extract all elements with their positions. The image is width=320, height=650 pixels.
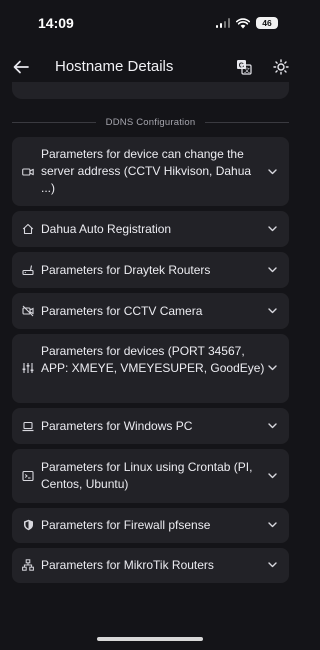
section-label: DDNS Configuration <box>105 116 196 128</box>
ddns-item-label: Parameters for Draytek Routers <box>41 263 211 277</box>
battery-indicator: 46 <box>256 17 278 29</box>
sun-icon <box>273 59 289 75</box>
translate-icon: G文 <box>236 59 252 75</box>
ddns-item-label: Parameters for MikroTik Routers <box>41 558 214 572</box>
signal-icon <box>215 18 230 28</box>
ddns-item-mikrotik-routers[interactable]: Parameters for MikroTik Routers <box>12 548 289 583</box>
shield-icon <box>22 519 34 531</box>
divider <box>205 121 290 123</box>
divider <box>12 121 96 123</box>
ddns-item-draytek-routers[interactable]: Parameters for Draytek Routers <box>12 252 289 288</box>
svg-text:文: 文 <box>244 67 250 75</box>
router-icon <box>22 264 34 276</box>
previous-card-bottom <box>12 82 289 99</box>
ddns-item-dahua-auto-registration[interactable]: Dahua Auto Registration <box>12 211 289 247</box>
arrow-left-icon <box>13 60 29 74</box>
ddns-item-label: Parameters for Firewall pfsense <box>41 518 211 532</box>
chevron-down-icon <box>266 166 278 178</box>
ddns-item-label: Parameters for device can change the ser… <box>41 147 252 195</box>
chevron-down-icon <box>266 305 278 317</box>
translate-button[interactable]: G文 <box>234 57 254 77</box>
camera-off-icon <box>22 305 34 317</box>
theme-toggle-button[interactable] <box>271 57 291 77</box>
status-time: 14:09 <box>38 15 74 31</box>
status-bar: 14:09 46 <box>0 0 300 46</box>
chevron-down-icon <box>266 559 278 571</box>
ddns-item-firewall-pfsense[interactable]: Parameters for Firewall pfsense <box>12 508 289 543</box>
terminal-icon <box>22 470 34 482</box>
ddns-item-label: Parameters for CCTV Camera <box>41 304 203 318</box>
ddns-item-label: Parameters for devices (PORT 34567, APP:… <box>41 344 265 375</box>
ddns-item-xmeye-devices[interactable]: Parameters for devices (PORT 34567, APP:… <box>12 334 289 403</box>
camera-icon <box>22 166 34 178</box>
back-button[interactable] <box>10 56 32 78</box>
section-header: DDNS Configuration <box>12 114 290 130</box>
ddns-item-windows-pc[interactable]: Parameters for Windows PC <box>12 408 289 444</box>
chevron-down-icon <box>266 362 278 374</box>
laptop-icon <box>22 420 34 432</box>
ddns-item-label: Dahua Auto Registration <box>41 222 172 236</box>
app-bar: Hostname Details G文 <box>0 48 300 86</box>
wifi-icon <box>236 17 250 29</box>
chevron-down-icon <box>266 223 278 235</box>
home-icon <box>22 223 34 235</box>
ddns-item-cctv-camera[interactable]: Parameters for CCTV Camera <box>12 293 289 329</box>
ddns-item-label: Parameters for Linux using Crontab (PI, … <box>41 460 253 491</box>
ddns-item-linux-crontab[interactable]: Parameters for Linux using Crontab (PI, … <box>12 449 289 503</box>
chevron-down-icon <box>266 264 278 276</box>
page-title: Hostname Details <box>55 58 174 75</box>
sliders-icon <box>22 362 34 374</box>
ddns-item-label: Parameters for Windows PC <box>41 419 193 433</box>
ddns-item-cctv-server-address[interactable]: Parameters for device can change the ser… <box>12 137 289 206</box>
chevron-down-icon <box>266 519 278 531</box>
home-indicator[interactable] <box>97 637 203 641</box>
network-icon <box>22 559 34 571</box>
chevron-down-icon <box>266 420 278 432</box>
chevron-down-icon <box>266 470 278 482</box>
status-indicators: 46 <box>215 17 278 29</box>
